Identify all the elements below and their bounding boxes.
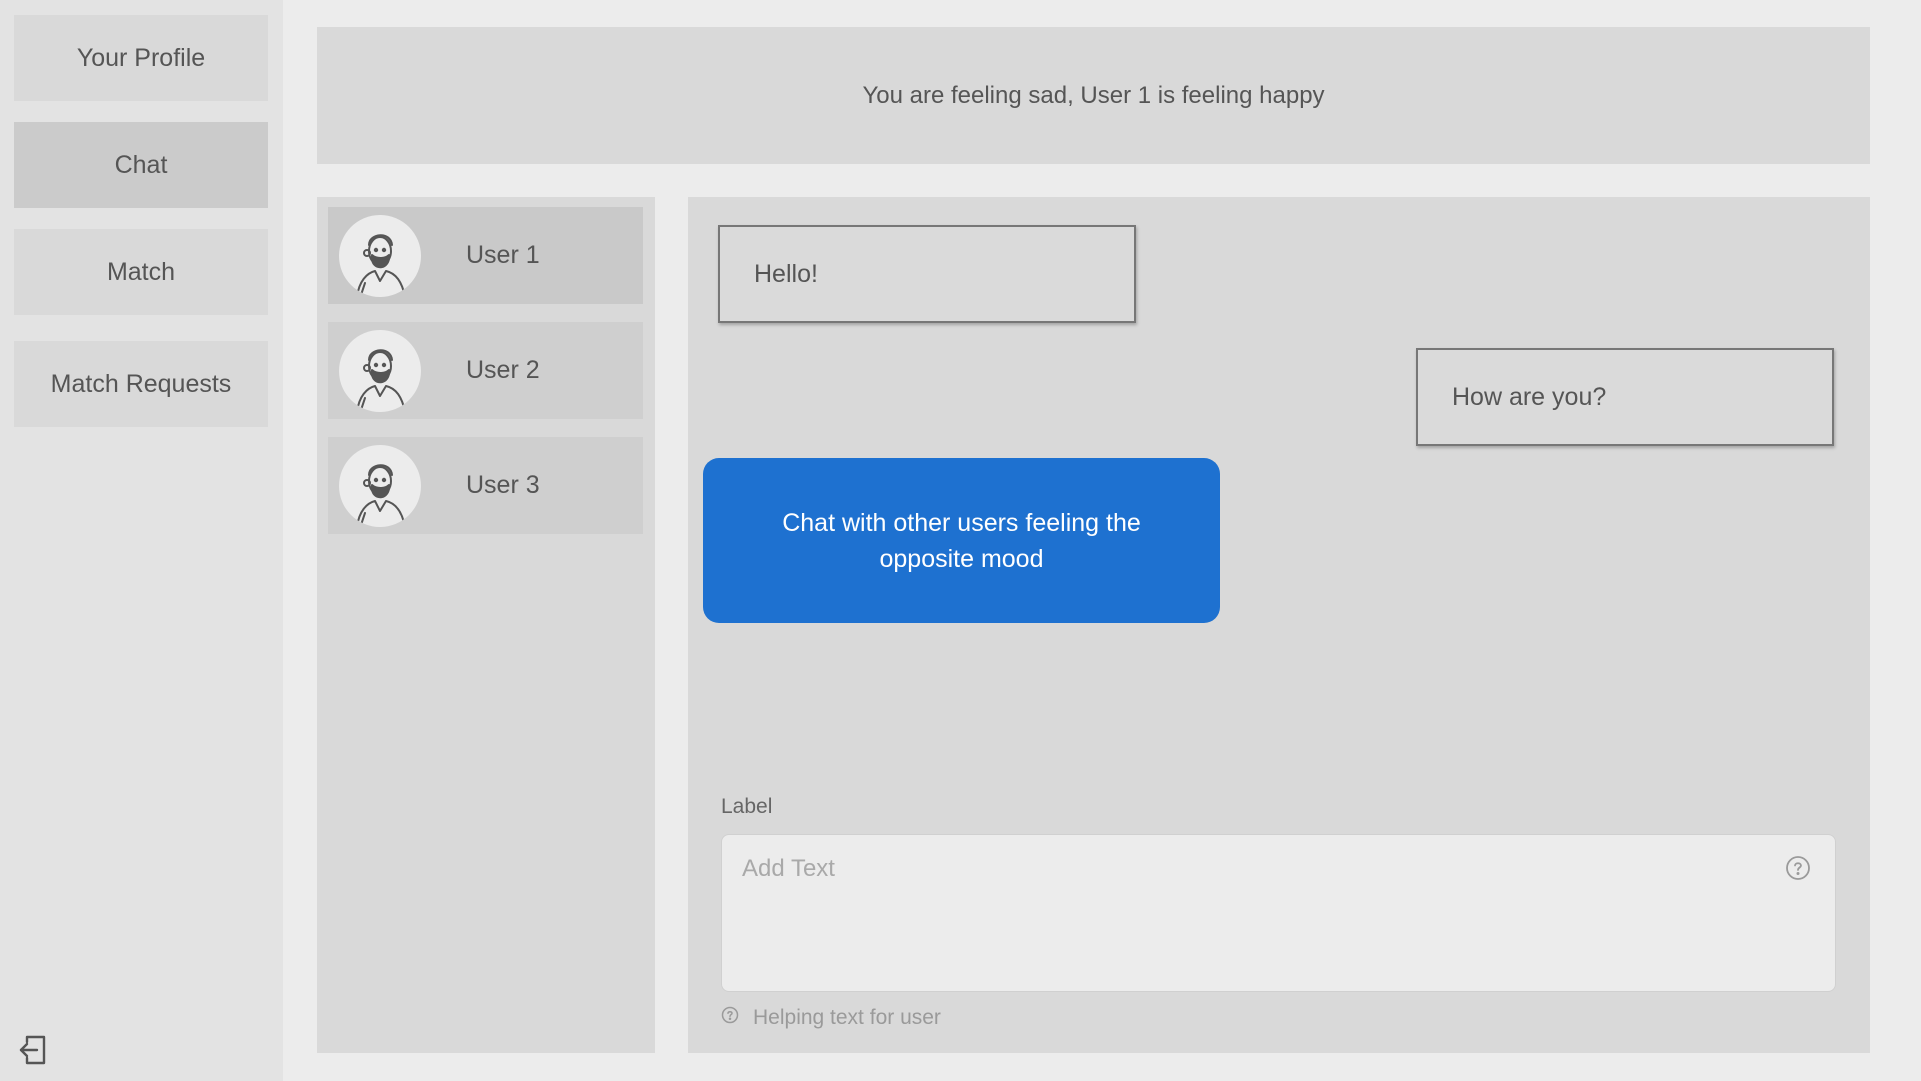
message-sent: How are you?: [1416, 348, 1834, 446]
message-text: Hello!: [754, 259, 818, 288]
nav-match-requests[interactable]: Match Requests: [14, 341, 268, 427]
mood-banner-text: You are feeling sad, User 1 is feeling h…: [862, 81, 1325, 109]
message-text: How are you?: [1452, 382, 1607, 411]
sidebar: Your Profile Chat Match Match Requests: [0, 0, 283, 1081]
chat-panel: Hello! How are you? Chat with other user…: [688, 197, 1870, 1053]
message-input[interactable]: Add Text: [721, 834, 1836, 992]
user-name: User 1: [466, 241, 540, 269]
user-name: User 3: [466, 471, 540, 499]
user-name: User 2: [466, 356, 540, 384]
avatar: [339, 215, 421, 297]
nav-match[interactable]: Match: [14, 229, 268, 315]
user-list-item[interactable]: User 1: [328, 207, 643, 304]
tooltip-text: Chat with other users feeling the opposi…: [782, 508, 1141, 573]
logout-icon[interactable]: [17, 1033, 49, 1067]
help-icon: [721, 1006, 753, 1030]
message-input-placeholder: Add Text: [742, 855, 835, 882]
user-list: User 1 User 2 User 3: [317, 197, 655, 1053]
helper-text: Helping text for user: [753, 1006, 941, 1029]
avatar: [339, 445, 421, 527]
help-icon[interactable]: [1785, 855, 1811, 881]
onboarding-tooltip: Chat with other users feeling the opposi…: [703, 458, 1220, 623]
mood-banner: You are feeling sad, User 1 is feeling h…: [317, 27, 1870, 164]
user-list-item[interactable]: User 2: [328, 322, 643, 419]
input-label: Label: [721, 795, 773, 818]
nav-match-requests-label: Match Requests: [50, 369, 232, 398]
nav-chat-label: Chat: [114, 150, 168, 179]
nav-your-profile[interactable]: Your Profile: [14, 15, 268, 101]
input-helper: Helping text for user: [721, 1006, 941, 1030]
message-received: Hello!: [718, 225, 1136, 323]
nav-your-profile-label: Your Profile: [76, 43, 206, 72]
avatar: [339, 330, 421, 412]
user-list-item[interactable]: User 3: [328, 437, 643, 534]
nav-chat[interactable]: Chat: [14, 122, 268, 208]
nav-match-label: Match: [106, 257, 176, 286]
